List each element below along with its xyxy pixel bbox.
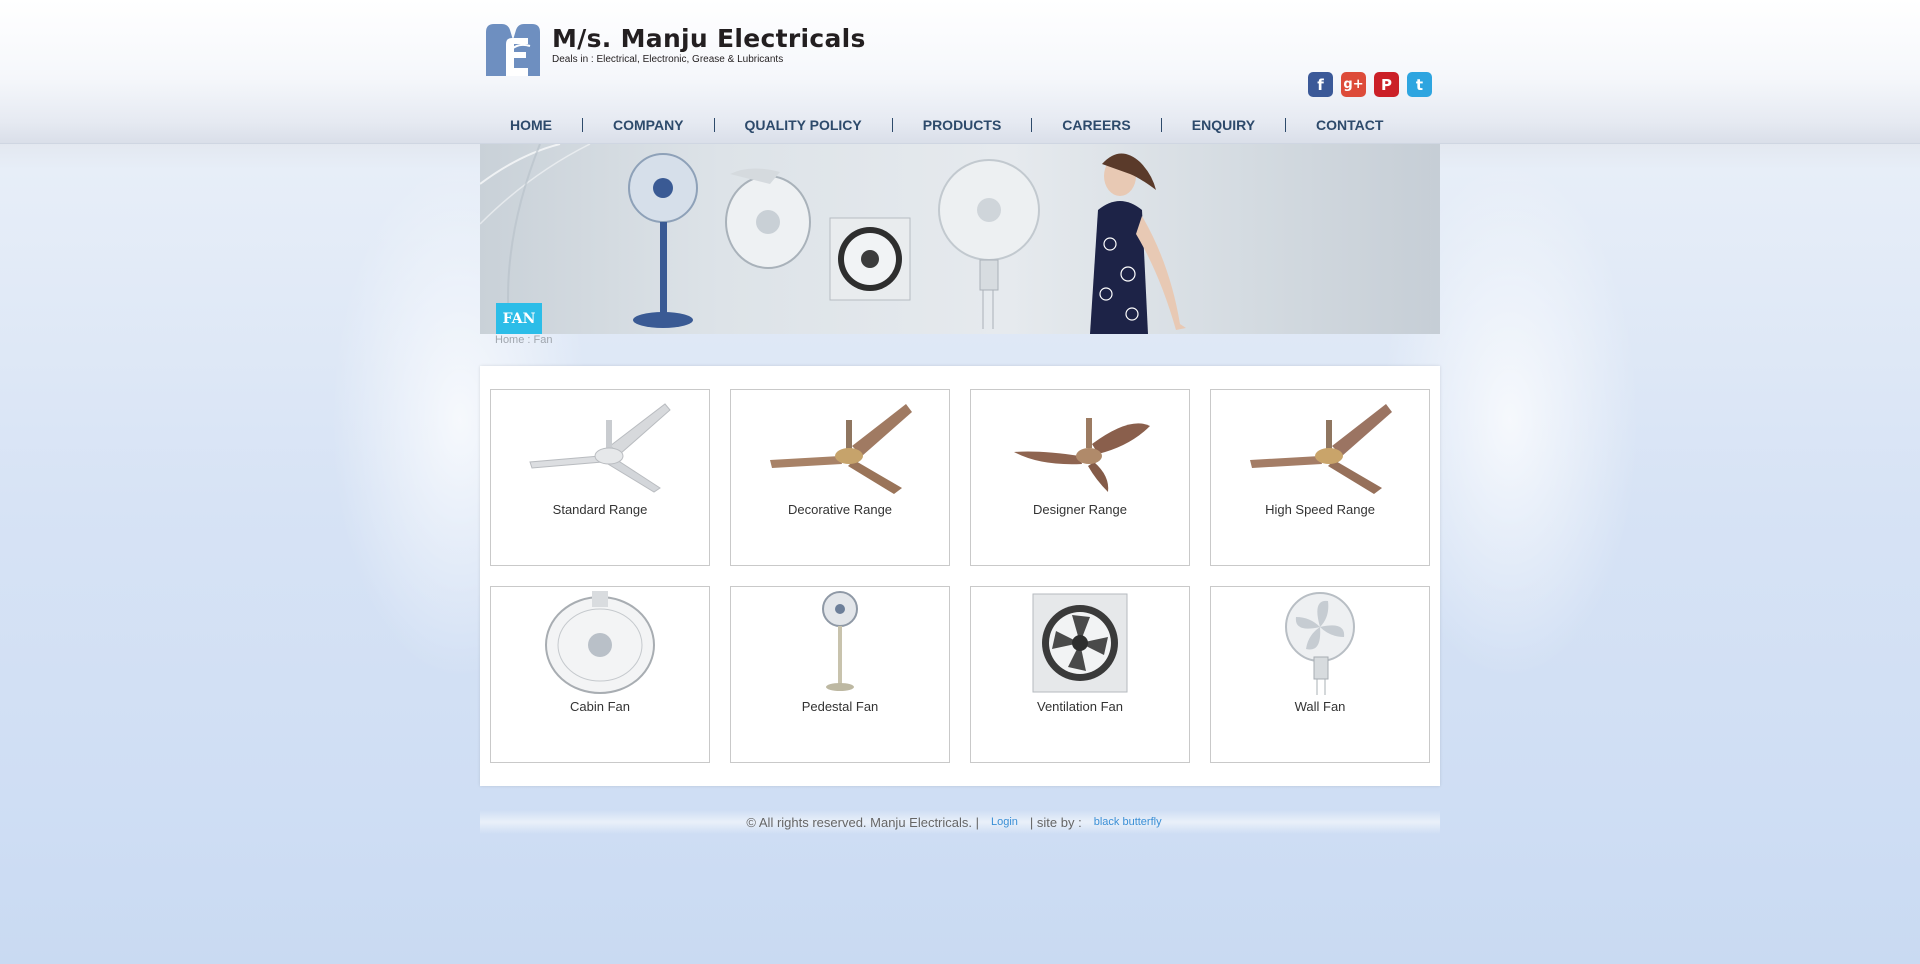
site-logo[interactable]: M/s. Manju Electricals Deals in : Electr… <box>482 22 866 78</box>
nav-contact[interactable]: CONTACT <box>1286 117 1413 133</box>
banner-pedestal-fan-icon <box>628 153 698 328</box>
product-card-wall-fan[interactable]: Wall Fan <box>1210 586 1430 763</box>
pinterest-icon[interactable]: P <box>1374 72 1399 97</box>
product-card-high-speed-range[interactable]: High Speed Range <box>1210 389 1430 566</box>
login-link[interactable]: Login <box>991 816 1018 828</box>
category-badge: FAN <box>496 303 542 334</box>
nav-quality-policy[interactable]: QUALITY POLICY <box>715 117 892 133</box>
product-grid: Standard Range Decorative Range Designer… <box>490 389 1430 763</box>
ceiling-fan-bronze-icon <box>770 404 912 494</box>
ceiling-fan-highspeed-icon <box>1250 404 1392 494</box>
google-plus-icon[interactable]: g+ <box>1341 72 1366 97</box>
main-nav: HOME COMPANY QUALITY POLICY PRODUCTS CAR… <box>480 112 1440 138</box>
ventilation-fan-icon <box>1032 593 1128 693</box>
designer-link[interactable]: black butterfly <box>1094 816 1162 828</box>
cabin-fan-icon <box>545 591 655 694</box>
product-label: Standard Range <box>552 502 648 517</box>
pedestal-fan-icon <box>822 591 858 691</box>
nav-enquiry[interactable]: ENQUIRY <box>1162 117 1285 133</box>
banner-ventilation-fan-icon <box>829 217 911 301</box>
brand-subtitle: Deals in : Electrical, Electronic, Greas… <box>552 54 784 65</box>
banner-cabin-fan-icon <box>725 168 811 269</box>
nav-careers[interactable]: CAREERS <box>1032 117 1160 133</box>
product-card-decorative-range[interactable]: Decorative Range <box>730 389 950 566</box>
banner-woman-figure <box>1090 153 1186 334</box>
product-label: Pedestal Fan <box>801 699 879 714</box>
wall-fan-icon <box>1285 592 1355 695</box>
product-label: Decorative Range <box>787 502 893 517</box>
ceiling-fan-white-icon <box>529 403 671 493</box>
site-by-text: | site by : <box>1029 814 1082 830</box>
nav-company[interactable]: COMPANY <box>583 117 714 133</box>
logo-mark-icon <box>486 24 540 76</box>
breadcrumb[interactable]: Home : Fan <box>495 334 552 346</box>
product-label: Cabin Fan <box>570 699 630 714</box>
product-label: Wall Fan <box>1294 699 1346 714</box>
site-footer: © All rights reserved. Manju Electricals… <box>480 810 1440 834</box>
product-panel: Standard Range Decorative Range Designer… <box>480 366 1440 786</box>
nav-products[interactable]: PRODUCTS <box>893 117 1032 133</box>
product-card-pedestal-fan[interactable]: Pedestal Fan <box>730 586 950 763</box>
product-label: Designer Range <box>1033 502 1127 517</box>
twitter-icon[interactable]: t <box>1407 72 1432 97</box>
facebook-icon[interactable]: f <box>1308 72 1333 97</box>
page-container: M/s. Manju Electricals Deals in : Electr… <box>480 0 1440 964</box>
product-label: Ventilation Fan <box>1036 699 1123 714</box>
ceiling-fan-designer-icon <box>1014 418 1150 492</box>
brand-title: M/s. Manju Electricals <box>552 24 866 53</box>
hero-banner: FAN <box>480 144 1440 334</box>
nav-home[interactable]: HOME <box>480 117 582 133</box>
social-links: f g+ P t <box>1308 72 1432 97</box>
banner-illustration <box>480 144 1186 334</box>
copyright-text: © All rights reserved. Manju Electricals… <box>746 814 979 830</box>
banner-wall-fan-icon <box>938 159 1040 329</box>
product-card-designer-range[interactable]: Designer Range <box>970 389 1190 566</box>
product-card-cabin-fan[interactable]: Cabin Fan <box>490 586 710 763</box>
product-card-standard-range[interactable]: Standard Range <box>490 389 710 566</box>
product-label: High Speed Range <box>1265 502 1375 517</box>
product-card-ventilation-fan[interactable]: Ventilation Fan <box>970 586 1190 763</box>
